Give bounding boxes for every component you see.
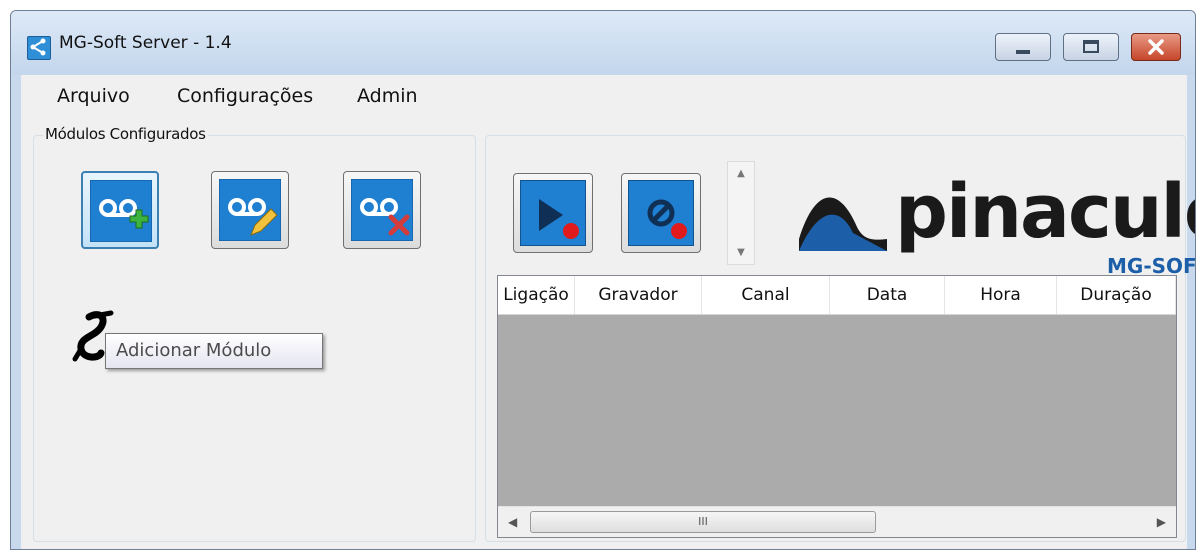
close-icon — [1132, 34, 1180, 60]
voicemail-edit-icon — [218, 178, 282, 242]
minimize-button[interactable] — [995, 33, 1051, 61]
logo-brand-text: pinaculo — [895, 169, 1195, 255]
menu-configuracoes[interactable]: Configurações — [177, 85, 313, 107]
play-record-icon — [520, 180, 586, 246]
close-button[interactable] — [1131, 33, 1181, 61]
stop-recording-button[interactable] — [621, 173, 701, 253]
title-bar[interactable]: MG-Soft Server - 1.4 — [11, 11, 1195, 75]
edit-module-button[interactable] — [211, 171, 289, 249]
stop-record-icon — [628, 180, 694, 246]
maximize-icon — [1064, 34, 1118, 60]
logo-sub-text: MG-SOFT — [1107, 254, 1195, 277]
column-header-data[interactable]: Data — [830, 276, 945, 314]
table-header: Ligação Gravador Canal Data Hora Duração — [498, 276, 1176, 315]
column-header-duracao[interactable]: Duração — [1057, 276, 1176, 314]
menu-arquivo[interactable]: Arquivo — [57, 85, 130, 107]
scroll-thumb[interactable]: III — [530, 511, 876, 533]
menu-bar: Arquivo Configurações Admin — [21, 75, 1187, 115]
horizontal-scrollbar[interactable]: ◀ III ▶ — [498, 506, 1176, 537]
add-module-button[interactable] — [81, 171, 159, 249]
spinner-up-icon[interactable]: ▲ — [728, 168, 754, 179]
minimize-icon — [996, 34, 1050, 60]
scroll-left-icon[interactable]: ◀ — [508, 515, 517, 529]
column-header-canal[interactable]: Canal — [702, 276, 830, 314]
app-icon — [27, 36, 51, 60]
menu-admin[interactable]: Admin — [357, 85, 418, 107]
app-window: MG-Soft Server - 1.4 Arquivo Configuraçõ… — [10, 10, 1196, 550]
delete-module-button[interactable] — [343, 171, 421, 249]
modules-group-label: Módulos Configurados — [43, 125, 208, 143]
window-title: MG-Soft Server - 1.4 — [59, 33, 232, 53]
pinaculo-logo: pinaculo MG-SOFT — [795, 167, 1195, 278]
maximize-button[interactable] — [1063, 33, 1119, 61]
voicemail-add-icon — [89, 179, 153, 243]
tooltip-add-module: Adicionar Módulo — [105, 333, 323, 369]
column-header-ligacao[interactable]: Ligação — [498, 276, 575, 314]
voicemail-delete-icon — [350, 178, 414, 242]
start-recording-button[interactable] — [513, 173, 593, 253]
spinner-down-icon[interactable]: ▼ — [728, 247, 754, 258]
client-area: Arquivo Configurações Admin Módulos Conf… — [21, 75, 1195, 549]
scroll-right-icon[interactable]: ▶ — [1157, 515, 1166, 529]
vertical-spinner[interactable]: ▲ ▼ — [727, 161, 755, 265]
recordings-table[interactable]: Ligação Gravador Canal Data Hora Duração… — [497, 275, 1177, 538]
column-header-gravador[interactable]: Gravador — [575, 276, 702, 314]
column-header-hora[interactable]: Hora — [945, 276, 1057, 314]
